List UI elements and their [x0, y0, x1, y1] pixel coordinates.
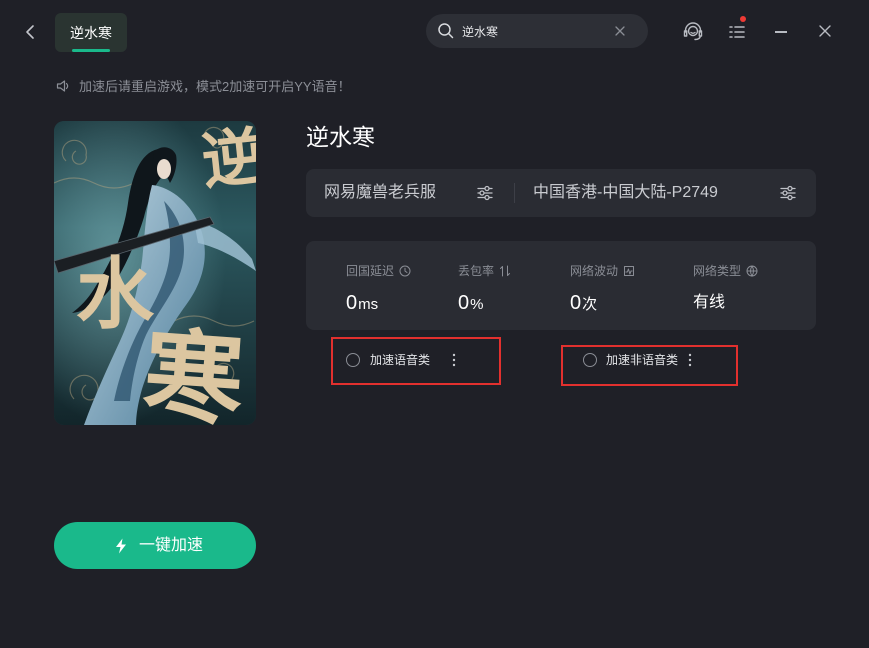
- clock-icon: [399, 265, 411, 277]
- menu-list-icon[interactable]: [729, 24, 745, 40]
- stat-label: 网络类型: [693, 264, 742, 278]
- stat-label-row: 网络类型: [693, 263, 758, 279]
- more-vertical-icon[interactable]: [688, 353, 692, 367]
- boost-button-label[interactable]: 一键加速: [139, 522, 203, 569]
- lightning-icon[interactable]: [115, 538, 127, 554]
- speaker-icon-graphic: [56, 80, 69, 92]
- game-title: 逆水寒: [306, 124, 375, 150]
- mode-label[interactable]: 加速语音类: [370, 352, 430, 368]
- stat-value-row: 0ms: [346, 289, 378, 319]
- close-icon[interactable]: [615, 26, 625, 36]
- notification-badge: [740, 16, 746, 22]
- stat-unit: %: [470, 296, 484, 313]
- headset-icon[interactable]: [682, 20, 704, 42]
- notice-text: 加速后请重启游戏，模式2加速可开启YY语音！: [79, 79, 351, 94]
- tab-game[interactable]: 逆水寒: [55, 13, 127, 52]
- divider: [514, 183, 515, 203]
- speaker-icon: [56, 79, 70, 93]
- chevron-left-icon[interactable]: [24, 24, 38, 40]
- sliders-icon[interactable]: [477, 185, 493, 201]
- back-button[interactable]: [24, 24, 38, 40]
- mode-option-non-voice[interactable]: 加速非语音类: [583, 351, 693, 369]
- minimize-icon[interactable]: [775, 31, 787, 33]
- mode-label[interactable]: 加速非语音类: [606, 352, 678, 368]
- minimize-button[interactable]: [771, 22, 791, 42]
- close-icon[interactable]: [819, 25, 831, 37]
- clear-search-button[interactable]: [615, 26, 625, 36]
- menu-button[interactable]: [729, 24, 745, 40]
- server-name[interactable]: 网易魔兽老兵服: [324, 169, 436, 217]
- cover-lettering-char: 水: [76, 249, 155, 340]
- mode-options-button[interactable]: [688, 353, 692, 367]
- game-cover: 逆 水 寒: [54, 121, 256, 425]
- stat-unit: ms: [358, 296, 379, 313]
- stat-label-row: 丢包率: [458, 263, 511, 279]
- server-selector: 网易魔兽老兵服 中国香港-中国大陆-P2749: [306, 169, 816, 217]
- mode-radio[interactable]: [583, 353, 597, 367]
- one-click-boost-button[interactable]: 一键加速: [54, 522, 256, 569]
- sliders-icon[interactable]: [780, 185, 796, 201]
- stat-label: 网络波动: [570, 264, 619, 278]
- search-icon-graphic: [438, 23, 454, 39]
- mode-option-voice[interactable]: 加速语音类: [346, 351, 458, 369]
- stat-value-row: 有线: [693, 289, 725, 317]
- swap-vertical-icon: [500, 265, 511, 277]
- stat-value: 有线: [693, 294, 726, 311]
- stat-value: 0: [458, 292, 470, 314]
- cover-character-face: [157, 159, 171, 179]
- stat-unit: 次: [582, 296, 598, 313]
- mode-options-button[interactable]: [452, 353, 456, 367]
- search-box[interactable]: [426, 14, 648, 48]
- stat-label-row: 网络波动: [570, 263, 635, 279]
- more-vertical-icon[interactable]: [452, 353, 456, 367]
- stat-value: 0: [570, 292, 582, 314]
- close-window-button[interactable]: [819, 25, 831, 37]
- stat-value-row: 0%: [458, 289, 483, 319]
- tab-label[interactable]: 逆水寒: [55, 24, 127, 42]
- server-settings-button[interactable]: [477, 185, 493, 201]
- stat-value: 0: [346, 292, 358, 314]
- game-cover-art: 逆 水 寒: [54, 121, 256, 425]
- search-input[interactable]: [462, 14, 608, 48]
- cover-lettering-char: 逆: [198, 121, 256, 198]
- stat-value-row: 0次: [570, 289, 597, 319]
- stat-label: 回国延迟: [346, 264, 395, 278]
- globe-icon: [746, 265, 758, 277]
- search-icon[interactable]: [437, 22, 454, 39]
- route-settings-button[interactable]: [780, 185, 796, 201]
- network-stats: 回国延迟 0ms 丢包率 0% 网络波动 0次 网络类型 有线: [306, 241, 816, 330]
- stat-label-row: 回国延迟: [346, 263, 411, 279]
- pulse-icon: [624, 266, 635, 276]
- customer-service-button[interactable]: [682, 20, 704, 42]
- cover-lettering-char: 寒: [140, 316, 248, 425]
- route-name[interactable]: 中国香港-中国大陆-P2749: [533, 169, 718, 217]
- stat-label: 丢包率: [458, 264, 495, 278]
- tab-active-indicator: [72, 49, 110, 52]
- mode-radio[interactable]: [346, 353, 360, 367]
- lightning-icon-graphic: [116, 538, 126, 554]
